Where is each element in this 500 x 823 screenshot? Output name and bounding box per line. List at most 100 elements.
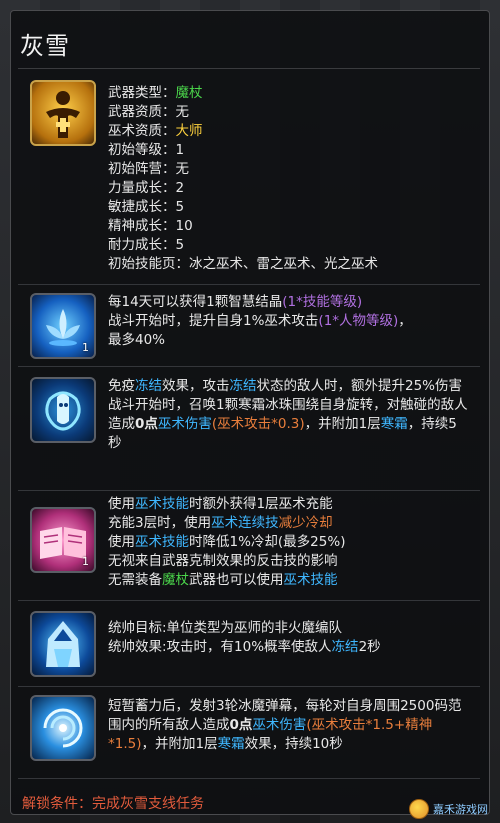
- skill-3-text-1c: 时额外获得1层巫术充能: [189, 496, 333, 512]
- agility-growth-line: 敏捷成长：5: [108, 198, 468, 217]
- weapon-type-label: 武器类型：: [108, 85, 176, 101]
- skill-4-text-2a: 统帅效果:攻击时，有10%概率使敌人: [108, 639, 332, 655]
- skill-5-description: 短暂蓄力后，发射3轮冰魔弹幕，每轮对自身周围2500码范围内的所有敌人造成0点巫…: [108, 697, 468, 754]
- site-watermark: 嘉禾游戏网: [409, 799, 488, 819]
- skill-3-keyword-1: 巫术技能: [135, 496, 189, 512]
- spirit-growth-line: 精神成长：10: [108, 217, 468, 236]
- skill-4-line-2: 统帅效果:攻击时，有10%概率使敌人冻结2秒: [108, 638, 468, 657]
- sorcery-aptitude-line: 巫术资质：大师: [108, 122, 468, 141]
- stamina-growth-line: 耐力成长：5: [108, 236, 468, 255]
- skill-1-line-3: 最多40%: [108, 332, 166, 348]
- page-title: 灰雪: [20, 32, 70, 60]
- initial-camp-line: 初始阵营：无: [108, 160, 468, 179]
- watermark-text: 嘉禾游戏网: [433, 803, 488, 816]
- skill-2-text-3: 状态的敌人时，额外提升25%伤害: [256, 378, 463, 394]
- stamina-growth-label: 耐力成长：: [108, 237, 176, 253]
- initial-skills-label: 初始技能页：: [108, 256, 189, 272]
- class-icon: [30, 80, 96, 146]
- skill-row-4: 统帅目标:单位类型为巫师的非火魔编队 统帅效果:攻击时，有10%概率使敌人冻结2…: [18, 600, 480, 683]
- spellbook-icon[interactable]: 1: [30, 507, 96, 573]
- hero-attributes-section: 武器类型：魔杖 武器资质：无 巫术资质：大师 初始等级：1 初始阵营：无 力量成…: [18, 72, 480, 280]
- skill-3-line-2: 充能3层时，使用巫术连续技减少冷却: [108, 514, 468, 533]
- skill-5-damage-value: 0点: [229, 717, 253, 733]
- spirit-growth-value: 10: [175, 218, 193, 234]
- skill-level-badge: 1: [82, 341, 89, 354]
- skill-3-keyword-3: 巫术技能: [135, 534, 189, 550]
- skill-level-badge: 1: [82, 555, 89, 568]
- skill-1-text-a: 每14天可以获得1颗智慧结晶: [108, 294, 283, 310]
- ice-mage-icon[interactable]: [30, 611, 96, 677]
- strength-growth-label: 力量成长：: [108, 180, 176, 196]
- strength-growth-line: 力量成长：2: [108, 179, 468, 198]
- skill-3-text-3a: 使用: [108, 534, 135, 550]
- skill-3-cooldown-effect: 减少冷却: [278, 515, 333, 531]
- initial-camp-label: 初始阵营：: [108, 161, 176, 177]
- initial-level-line: 初始等级：1: [108, 141, 468, 160]
- frost-spirit-glyph-icon: [45, 391, 81, 431]
- skill-1-scaling-b: (1*人物等级): [318, 313, 399, 329]
- skill-3-line-1: 使用巫术技能时额外获得1层巫术充能: [108, 495, 468, 514]
- sorcery-aptitude-label: 巫术资质：: [108, 123, 176, 139]
- skill-5-text-3: 效果，持续10秒: [244, 736, 343, 752]
- skill-1-text-b: 战斗开始时，提升自身1%巫术攻击: [108, 313, 319, 329]
- ice-vortex-icon[interactable]: [30, 695, 96, 761]
- skill-3-text-5a: 无需装备: [108, 572, 162, 588]
- skill-2-freeze-1: 冻结: [135, 378, 162, 394]
- skill-1-line-1: 每14天可以获得1颗智慧结晶(1*技能等级): [108, 293, 468, 312]
- skill-4-text-2c: 2秒: [358, 639, 381, 655]
- skill-1-text-c: ，: [398, 313, 412, 329]
- skill-3-line-5: 无需装备魔杖武器也可以使用巫术技能: [108, 571, 468, 590]
- skill-row-3: 1 使用巫术技能时额外获得1层巫术充能 充能3层时，使用巫术连续技减少冷却 使用…: [18, 490, 480, 601]
- skill-5-damage-type: 巫术伤害: [252, 717, 307, 733]
- skill-3-text-5c: 武器也可以使用: [189, 572, 284, 588]
- skill-3-keyword-2: 巫术连续技: [211, 515, 279, 531]
- skill-3-line-4: 无视来自武器克制效果的反击技的影响: [108, 553, 338, 569]
- ice-lotus-icon[interactable]: 1: [30, 293, 96, 359]
- initial-camp-value: 无: [175, 161, 190, 177]
- skill-1-line-2: 战斗开始时，提升自身1%巫术攻击(1*人物等级)，: [108, 312, 468, 331]
- skill-2-damage-value: 0点: [135, 416, 158, 432]
- skill-row-1: 1 每14天可以获得1颗智慧结晶(1*技能等级) 战斗开始时，提升自身1%巫术攻…: [18, 284, 480, 359]
- hooded-mage-glyph-icon: [46, 621, 80, 667]
- weapon-aptitude-label: 武器资质：: [108, 104, 176, 120]
- stamina-growth-value: 5: [175, 237, 185, 253]
- weapon-type-value: 魔杖: [175, 85, 203, 101]
- skill-4-description: 统帅目标:单位类型为巫师的非火魔编队 统帅效果:攻击时，有10%概率使敌人冻结2…: [108, 619, 468, 657]
- skill-3-keyword-4: 巫术技能: [283, 572, 338, 588]
- mage-silhouette-icon: [46, 91, 80, 138]
- skill-3-text-2a: 充能3层时，使用: [108, 515, 212, 531]
- watermark-logo-icon: [409, 799, 429, 819]
- initial-level-value: 1: [175, 142, 185, 158]
- skill-5-text-2: ，并附加1层: [141, 736, 218, 752]
- agility-growth-label: 敏捷成长：: [108, 199, 176, 215]
- skill-4-line-1: 统帅目标:单位类型为巫师的非火魔编队: [108, 620, 343, 636]
- skill-2-text-1: 免疫: [108, 378, 135, 394]
- skill-3-text-3c: 时降低1%冷却(最多25%): [189, 534, 346, 550]
- initial-level-label: 初始等级：: [108, 142, 176, 158]
- sorcery-aptitude-value: 大师: [175, 123, 203, 139]
- skill-2-damage-type: 巫术伤害: [157, 416, 212, 432]
- skill-1-scaling-a: (1*技能等级): [282, 294, 363, 310]
- weapon-aptitude-value: 无: [175, 104, 190, 120]
- agility-growth-value: 5: [175, 199, 185, 215]
- skill-2-description: 免疫冻结效果，攻击冻结状态的敌人时，额外提升25%伤害 战斗开始时，召唤1颗寒霜…: [108, 377, 468, 453]
- skill-2-scaling: (巫术攻击*0.3): [211, 416, 305, 432]
- weapon-aptitude-line: 武器资质：无: [108, 103, 468, 122]
- skill-2-frost-status: 寒霜: [380, 416, 408, 432]
- skill-1-description: 每14天可以获得1颗智慧结晶(1*技能等级) 战斗开始时，提升自身1%巫术攻击(…: [108, 293, 468, 350]
- initial-skills-line: 初始技能页：冰之巫术、雷之巫术、光之巫术: [108, 255, 468, 274]
- skill-3-weapon-keyword: 魔杖: [162, 572, 189, 588]
- skill-2-freeze-2: 冻结: [229, 378, 257, 394]
- footer-divider: [18, 778, 480, 780]
- skill-2-text-5: ，并附加1层: [304, 416, 381, 432]
- skill-row-2: 免疫冻结效果，攻击冻结状态的敌人时，额外提升25%伤害 战斗开始时，召唤1颗寒霜…: [18, 366, 480, 487]
- unlock-condition: 解锁条件：完成灰雪支线任务: [22, 796, 204, 812]
- vortex-glyph-icon: [43, 708, 83, 748]
- frost-orb-icon[interactable]: [30, 377, 96, 443]
- skill-4-freeze-keyword: 冻结: [331, 639, 359, 655]
- skill-2-text-2: 效果，攻击: [162, 378, 230, 394]
- title-divider: [18, 68, 480, 69]
- spirit-growth-label: 精神成长：: [108, 218, 176, 234]
- initial-skills-value: 冰之巫术、雷之巫术、光之巫术: [189, 256, 378, 272]
- skill-3-line-3: 使用巫术技能时降低1%冷却(最多25%): [108, 533, 468, 552]
